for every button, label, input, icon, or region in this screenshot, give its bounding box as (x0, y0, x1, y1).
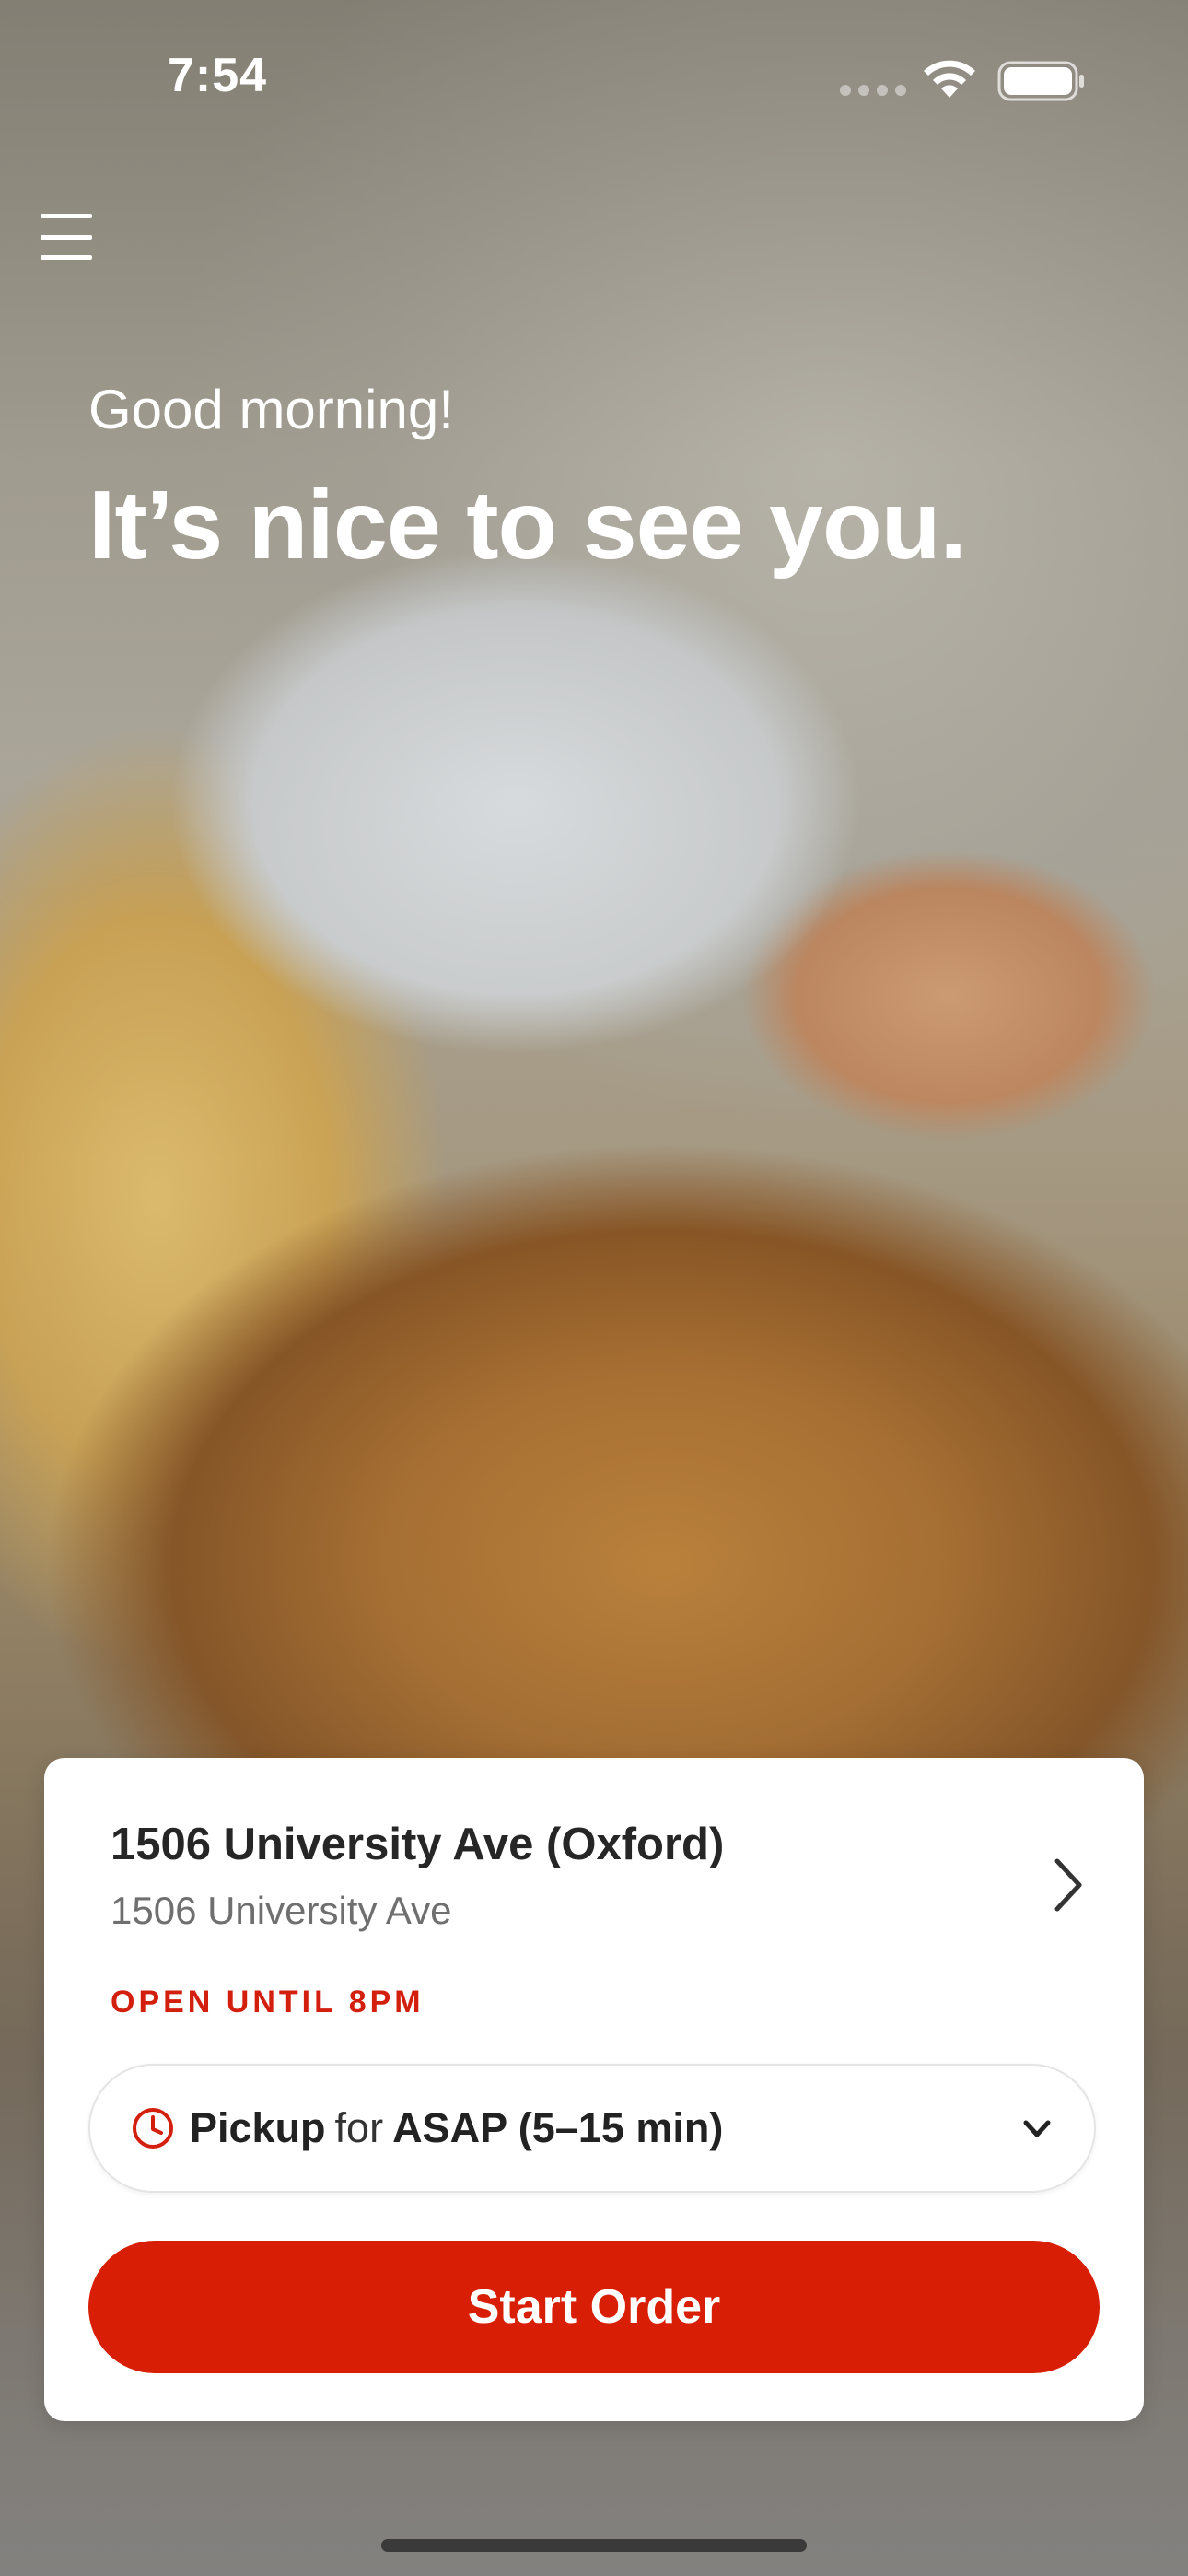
clock-icon (133, 2108, 173, 2149)
wifi-icon (924, 60, 975, 98)
status-bar: 7:54 (0, 0, 1188, 157)
store-hours-status: OPEN UNTIL 8PM (111, 1985, 425, 2020)
battery-icon (997, 61, 1084, 101)
status-time: 7:54 (168, 49, 268, 102)
start-order-button[interactable]: Start Order (88, 2241, 1100, 2373)
pickup-time-dropdown[interactable]: Pickup for ASAP (5–15 min) (88, 2064, 1096, 2193)
order-card: 1506 University Ave (Oxford) 1506 Univer… (44, 1758, 1144, 2421)
order-mode-connector: for (334, 2104, 384, 2151)
pickup-summary: Pickup for ASAP (5–15 min) (190, 2104, 723, 2152)
welcome-headline: It’s nice to see you. (88, 471, 967, 580)
chevron-right-icon (1054, 1858, 1082, 1912)
store-address: 1506 University Ave (111, 1889, 452, 1932)
chevron-down-icon (1023, 2120, 1051, 2137)
cellular-signal-icon (840, 85, 906, 96)
order-mode-label: Pickup (190, 2104, 326, 2151)
order-time-label: ASAP (5–15 min) (392, 2104, 724, 2151)
greeting-text: Good morning! (88, 379, 454, 440)
store-selector[interactable]: 1506 University Ave (Oxford) 1506 Univer… (111, 1819, 1087, 1948)
hamburger-menu-icon[interactable] (41, 214, 92, 260)
home-indicator[interactable] (381, 2539, 807, 2552)
store-name: 1506 University Ave (Oxford) (111, 1820, 725, 1869)
